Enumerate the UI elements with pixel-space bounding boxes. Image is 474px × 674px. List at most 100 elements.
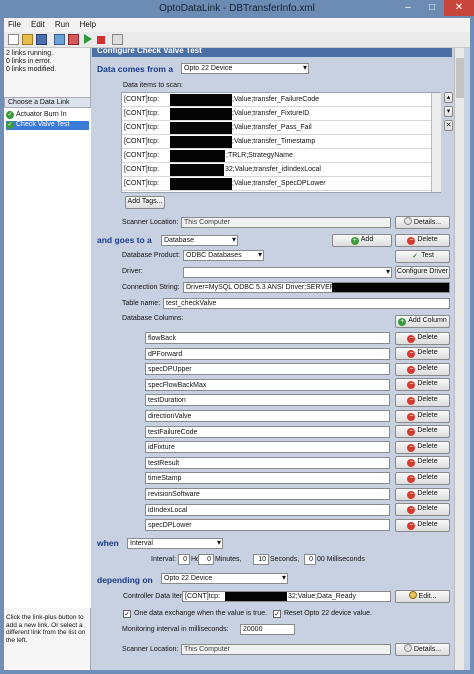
monitor-interval-input[interactable]: 20000 (240, 624, 295, 635)
delete-column-button[interactable]: − Delete (395, 456, 450, 470)
delete-column-button[interactable]: − Delete (395, 471, 450, 485)
reset-value-label: Reset Opto 22 device value. (284, 610, 372, 617)
list-item[interactable]: [CONT]tcp: ;Value;transfer_FixtureID (122, 107, 440, 121)
delete-label: Delete (417, 458, 438, 466)
hours-input[interactable]: 0 (178, 554, 190, 565)
db-product-select[interactable]: ODBC Databases (183, 250, 264, 261)
delete-column-button[interactable]: − Delete (395, 347, 450, 361)
minus-icon: − (407, 459, 416, 468)
monitor-label: Monitoring interval in milliseconds: (122, 626, 229, 633)
list-item[interactable]: [CONT]tcp: ;TRLR;StrategyName (122, 149, 440, 163)
scroll-thumb[interactable] (456, 58, 464, 98)
items-list[interactable]: [CONT]tcp: ;Value;transfer_FailureCode [C… (121, 92, 441, 193)
move-down-button[interactable]: ▾ (444, 106, 453, 117)
redaction (170, 94, 232, 106)
db-column-field[interactable]: specFlowBackMax (145, 378, 390, 391)
plus-icon: + (350, 237, 359, 245)
run-icon[interactable] (84, 34, 92, 44)
delete-button[interactable]: − Delete (395, 234, 450, 247)
delete-column-button[interactable]: − Delete (395, 393, 450, 407)
db-column-field[interactable]: flowBack (145, 332, 390, 344)
link-item[interactable]: ✓ Check Valve Test (6, 121, 89, 130)
minutes-input[interactable]: 0 (198, 554, 214, 565)
db-column-field[interactable]: testResult (145, 456, 390, 469)
list-item[interactable]: [CONT]tcp: ;Value;transfer_Pass_Fail (122, 121, 440, 135)
reset-value-checkbox[interactable]: ✓ (273, 610, 281, 618)
delete-label: Delete (417, 442, 438, 450)
configure-driver-button[interactable]: Configure Driver (395, 266, 450, 279)
link-item[interactable]: ✓ Actuator Burn In (6, 111, 89, 120)
db-column-field[interactable]: revisionSoftware (145, 488, 390, 500)
one-exchange-checkbox[interactable]: ✓ (123, 610, 131, 618)
add-column-button[interactable]: + Add Column (395, 315, 450, 328)
open-folder-icon[interactable] (22, 34, 33, 45)
db-column-field[interactable]: dPForward (145, 347, 390, 360)
edit-button[interactable]: Edit... (395, 590, 450, 603)
stop-icon[interactable] (97, 36, 105, 44)
properties-icon[interactable] (112, 34, 123, 45)
scanner-location-field[interactable]: This Computer (181, 217, 391, 228)
connection-string-field[interactable]: Driver=MySQL ODBC 5.3 ANSI Driver;SERVER… (183, 282, 450, 293)
db-column-field[interactable]: testFailureCode (145, 425, 390, 438)
delete-label: Delete (417, 395, 438, 403)
remove-link-icon[interactable] (68, 34, 79, 45)
db-column-field[interactable]: idIndexLocal (145, 503, 390, 516)
remove-item-button[interactable]: ✕ (444, 120, 453, 131)
menu-file[interactable]: File (4, 18, 25, 29)
delete-column-button[interactable]: − Delete (395, 518, 450, 532)
db-column-field[interactable]: timeStamp (145, 472, 390, 485)
delete-column-button[interactable]: − Delete (395, 331, 450, 345)
delete-column-button[interactable]: − Delete (395, 378, 450, 392)
dest-type-select[interactable]: Database (161, 235, 238, 246)
check-icon: ✓ (6, 121, 14, 129)
details-button[interactable]: Details... (395, 643, 450, 656)
scanner-location-field[interactable]: This Computer (181, 644, 391, 655)
trigger-source-select[interactable]: Opto 22 Device (161, 573, 288, 584)
details-button[interactable]: Details... (395, 216, 450, 229)
delete-column-button[interactable]: − Delete (395, 409, 450, 423)
db-column-field[interactable]: testDuration (145, 394, 390, 407)
seconds-input[interactable]: 10 (253, 554, 269, 565)
table-name-field[interactable]: test_checkValve (163, 298, 450, 309)
columns-label: Database Columns: (122, 315, 184, 322)
delete-column-button[interactable]: − Delete (395, 440, 450, 454)
delete-column-button[interactable]: − Delete (395, 503, 450, 517)
list-item[interactable]: [CONT]tcp: 32;Value;transfer_idIndexLocal (122, 163, 440, 177)
new-file-icon[interactable] (8, 34, 19, 45)
status-running: 2 links running. (6, 50, 54, 57)
redaction (170, 122, 232, 134)
ms-input[interactable]: 0 (304, 554, 316, 565)
items-scrollbar[interactable] (431, 93, 441, 192)
delete-column-button[interactable]: − Delete (395, 487, 450, 501)
menu-run[interactable]: Run (51, 18, 74, 29)
db-column-field[interactable]: specDPLower (145, 519, 390, 532)
menu-edit[interactable]: Edit (27, 18, 49, 29)
save-icon[interactable] (36, 34, 47, 45)
list-item[interactable]: [CONT]tcp: ;Value;transfer_Timestamp (122, 135, 440, 149)
delete-column-button[interactable]: − Delete (395, 425, 450, 439)
add-tags-button[interactable]: Add Tags... (125, 196, 165, 209)
db-column-field[interactable]: directionValve (145, 410, 390, 422)
scanner-label: Scanner Location: (122, 219, 179, 226)
move-up-button[interactable]: ▴ (444, 92, 453, 103)
minimize-button[interactable]: – (396, 0, 420, 16)
db-column-field[interactable]: idFixture (145, 441, 390, 454)
delete-label: Delete (417, 364, 438, 372)
menu-help[interactable]: Help (76, 18, 100, 29)
db-column-field[interactable]: specDPUpper (145, 363, 390, 376)
list-item[interactable]: [CONT]tcp: ;Value;transfer_SpecDPLower (122, 177, 440, 191)
maximize-button[interactable]: □ (420, 0, 444, 16)
delete-column-button[interactable]: − Delete (395, 362, 450, 376)
when-mode-select[interactable]: Interval (127, 538, 223, 549)
add-link-icon[interactable] (54, 34, 65, 45)
check-icon: ✓ (6, 111, 14, 119)
controller-item-field[interactable]: [CONT]tcp: 32;Value;Data_Ready (182, 591, 391, 602)
delete-label: Delete (417, 520, 438, 528)
add-button[interactable]: + Add (332, 234, 392, 247)
close-button[interactable]: ✕ (444, 0, 474, 16)
list-item[interactable]: [CONT]tcp: ;Value;transfer_FailureCode (122, 93, 440, 107)
test-button[interactable]: ✓ Test (395, 250, 450, 263)
driver-select[interactable] (183, 267, 392, 278)
form-scrollbar[interactable] (454, 48, 464, 670)
source-type-select[interactable]: Opto 22 Device (181, 63, 309, 74)
